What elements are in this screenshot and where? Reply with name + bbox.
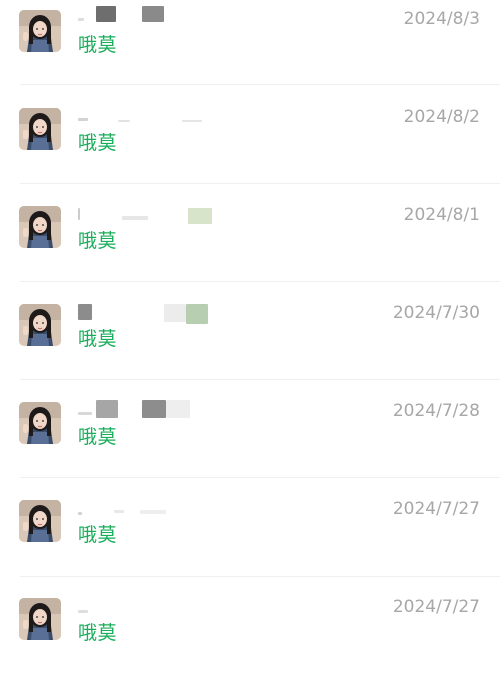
divider	[20, 576, 500, 577]
message-list: 2024/8/3 哦莫 2024/8/2 哦莫 2024/8/1 哦莫 2024…	[0, 0, 500, 673]
list-item[interactable]: 2024/7/27 哦莫	[0, 588, 500, 686]
date-label: 2024/8/1	[403, 205, 480, 225]
contact-name: 哦莫	[78, 426, 118, 448]
date-label: 2024/7/28	[392, 401, 480, 421]
divider	[20, 379, 500, 380]
list-item[interactable]: 2024/7/27 哦莫	[0, 490, 500, 588]
message-preview	[78, 594, 238, 616]
contact-name: 哦莫	[78, 230, 118, 252]
divider	[20, 477, 500, 478]
message-preview	[78, 6, 238, 28]
date-label: 2024/8/3	[403, 9, 480, 29]
contact-name: 哦莫	[78, 34, 118, 56]
avatar[interactable]	[19, 10, 61, 52]
avatar[interactable]	[19, 402, 61, 444]
contact-name: 哦莫	[78, 328, 118, 350]
message-preview	[78, 496, 238, 518]
avatar[interactable]	[19, 598, 61, 640]
date-label: 2024/7/30	[392, 303, 480, 323]
date-label: 2024/7/27	[392, 597, 480, 617]
list-item[interactable]: 2024/7/28 哦莫	[0, 392, 500, 490]
message-preview	[78, 300, 238, 324]
message-preview	[78, 104, 238, 126]
list-item[interactable]: 2024/7/30 哦莫	[0, 294, 500, 392]
divider	[20, 84, 500, 85]
avatar[interactable]	[19, 108, 61, 150]
list-item[interactable]: 2024/8/2 哦莫	[0, 98, 500, 196]
list-item[interactable]: 2024/8/1 哦莫	[0, 196, 500, 294]
contact-name: 哦莫	[78, 622, 118, 644]
message-preview	[78, 202, 238, 224]
avatar[interactable]	[19, 500, 61, 542]
divider	[20, 281, 500, 282]
contact-name: 哦莫	[78, 132, 118, 154]
date-label: 2024/8/2	[403, 107, 480, 127]
divider	[20, 183, 500, 184]
contact-name: 哦莫	[78, 524, 118, 546]
avatar[interactable]	[19, 206, 61, 248]
date-label: 2024/7/27	[392, 499, 480, 519]
message-preview	[78, 398, 238, 420]
avatar[interactable]	[19, 304, 61, 346]
